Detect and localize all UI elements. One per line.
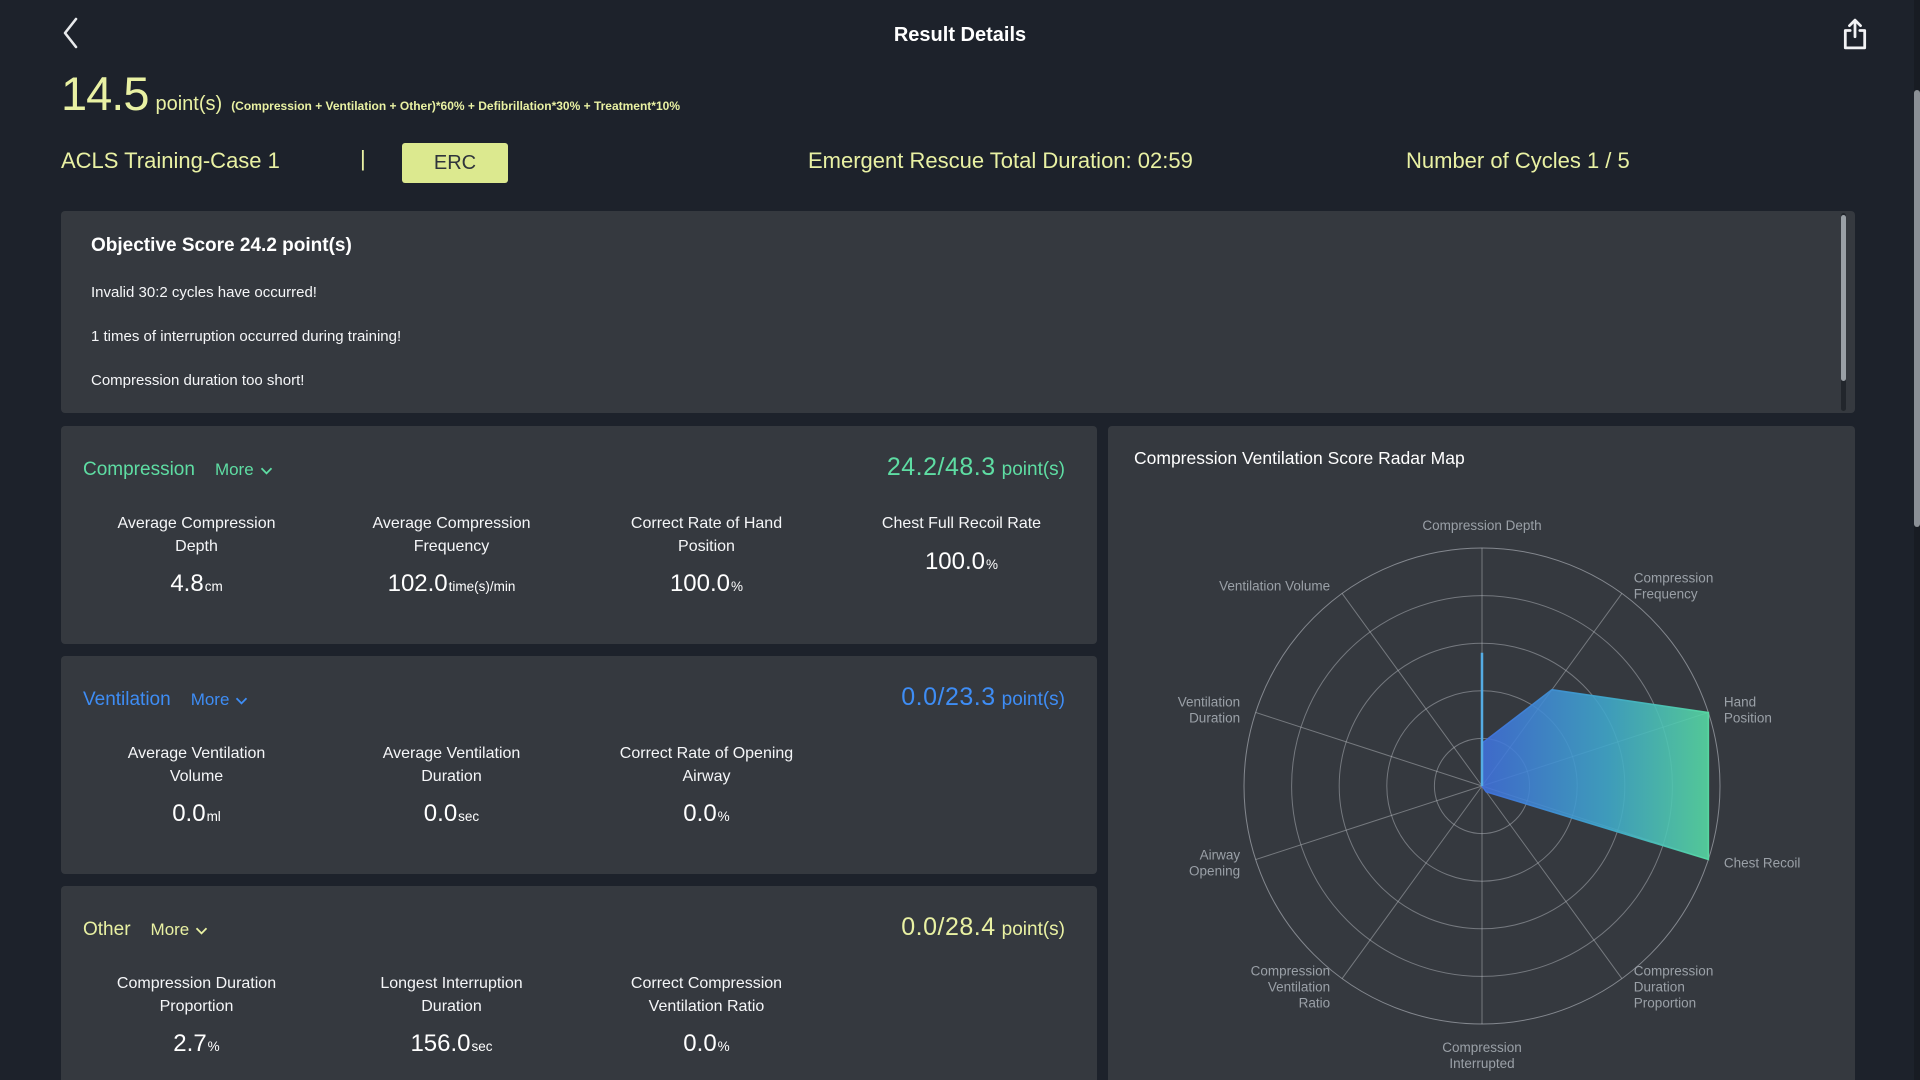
more-button-ventilation[interactable]: More [191, 690, 249, 710]
objective-panel-scrollbar[interactable] [1841, 213, 1846, 411]
radar-axis-label: Compression [1634, 964, 1714, 979]
stat-longest-interruption-duration: Longest Interruption Duration 156.0sec [380, 975, 523, 1058]
share-icon [1843, 18, 1867, 50]
stat-compression-ventilation-ratio: Correct Compression Ventilation Ratio 0.… [630, 975, 783, 1058]
objective-message: Compression duration too short! [91, 372, 305, 389]
radar-axis-label: Compression [1442, 1040, 1522, 1055]
case-name: ACLS Training-Case 1 [61, 148, 280, 173]
stat-hand-position-rate: Correct Rate of Hand Position 100.0% [630, 515, 783, 598]
divider: | [360, 146, 366, 171]
section-score-compression: 24.2/48.3 point(s) [886, 453, 1065, 481]
chevron-down-icon [260, 467, 272, 475]
radar-axis-label: Hand [1724, 694, 1756, 709]
objective-message: Invalid 30:2 cycles have occurred! [91, 284, 317, 301]
radar-axis-label: Duration [1634, 980, 1685, 995]
radar-chart: Compression DepthCompressionFrequencyHan… [1178, 518, 1801, 1071]
protocol-badge: ERC [402, 143, 508, 183]
total-score-value: 14.5 [61, 67, 149, 120]
radar-axis-label: Ventilation [1178, 694, 1240, 709]
objective-score-panel: Objective Score 24.2 point(s) Invalid 30… [61, 211, 1855, 413]
radar-spoke [1255, 785, 1483, 861]
radar-data-polygon [1481, 688, 1710, 861]
score-formula: (Compression + Ventilation + Other)*60% … [231, 99, 680, 113]
radar-axis-label: Position [1724, 710, 1772, 725]
radar-axis-label: Compression [1251, 964, 1331, 979]
page-title: Result Details [893, 24, 1027, 46]
stat-opening-airway-rate: Correct Rate of Opening Airway 0.0% [619, 745, 794, 828]
radar-axis-label: Chest Recoil [1724, 856, 1801, 871]
share-button[interactable] [1838, 16, 1872, 52]
section-title-ventilation: Ventilation [83, 689, 171, 710]
radar-panel: Compression Ventilation Score Radar Map … [1108, 426, 1855, 1080]
section-title-compression: Compression [83, 459, 195, 480]
more-label: More [150, 920, 190, 939]
radar-axis-label: Proportion [1634, 996, 1696, 1011]
chevron-down-icon [236, 697, 248, 705]
objective-message: 1 times of interruption occurred during … [91, 328, 402, 345]
stat-chest-recoil-rate: Chest Full Recoil Rate 100.0% [881, 515, 1042, 575]
objective-score-title: Objective Score 24.2 point(s) [91, 235, 352, 256]
total-score-unit: point(s) [155, 93, 223, 115]
chevron-down-icon [196, 927, 208, 935]
section-score-ventilation: 0.0/23.3 point(s) [901, 683, 1065, 711]
stat-avg-ventilation-volume: Average Ventilation Volume 0.0ml [127, 745, 266, 828]
radar-axis-label: Ventilation [1268, 980, 1330, 995]
section-score-other: 0.0/28.4 point(s) [901, 913, 1065, 941]
cycle-count: Number of Cycles 1 / 5 [1406, 148, 1630, 173]
scrollbar-thumb[interactable] [1914, 90, 1920, 527]
stat-avg-compression-frequency: Average Compression Frequency 102.0time(… [372, 515, 531, 598]
compression-panel: Compression More 24.2/48.3 point(s) Avera… [61, 426, 1097, 644]
radar-axis-label: Interrupted [1449, 1056, 1514, 1071]
radar-spoke [1255, 711, 1483, 787]
radar-title: Compression Ventilation Score Radar Map [1134, 448, 1465, 468]
total-duration: Emergent Rescue Total Duration: 02:59 [808, 148, 1193, 173]
radar-axis-label: Ratio [1299, 996, 1331, 1011]
more-label: More [190, 690, 230, 709]
radar-axis-label: Opening [1189, 864, 1240, 879]
more-button-compression[interactable]: More [215, 460, 273, 480]
ventilation-panel: Ventilation More 0.0/23.3 point(s) Averag… [61, 656, 1097, 874]
radar-spoke [1341, 593, 1483, 787]
radar-spoke [1341, 785, 1483, 979]
radar-axis-label: Airway [1200, 848, 1241, 863]
other-panel: Other More 0.0/28.4 point(s) Compression … [61, 886, 1097, 1080]
page-scrollbar[interactable] [1914, 0, 1920, 1080]
stat-avg-ventilation-duration: Average Ventilation Duration 0.0sec [382, 745, 521, 828]
stat-avg-compression-depth: Average Compression Depth 4.8cm [117, 515, 276, 598]
section-title-other: Other [83, 919, 131, 940]
result-details-page: Result Details 14.5 point(s) (Compressio… [0, 0, 1920, 1080]
radar-axis-label: Duration [1189, 710, 1240, 725]
total-score: 14.5 point(s) (Compression + Ventilation… [61, 66, 680, 121]
stat-compression-duration-proportion: Compression Duration Proportion 2.7% [116, 975, 277, 1058]
radar-axis-label: Compression [1634, 570, 1714, 585]
scrollbar-thumb[interactable] [1841, 215, 1846, 381]
radar-axis-label: Ventilation Volume [1219, 578, 1330, 593]
more-button-other[interactable]: More [151, 920, 209, 940]
more-label: More [214, 460, 254, 479]
radar-axis-label: Frequency [1634, 586, 1698, 601]
radar-axis-label: Compression Depth [1422, 518, 1541, 533]
